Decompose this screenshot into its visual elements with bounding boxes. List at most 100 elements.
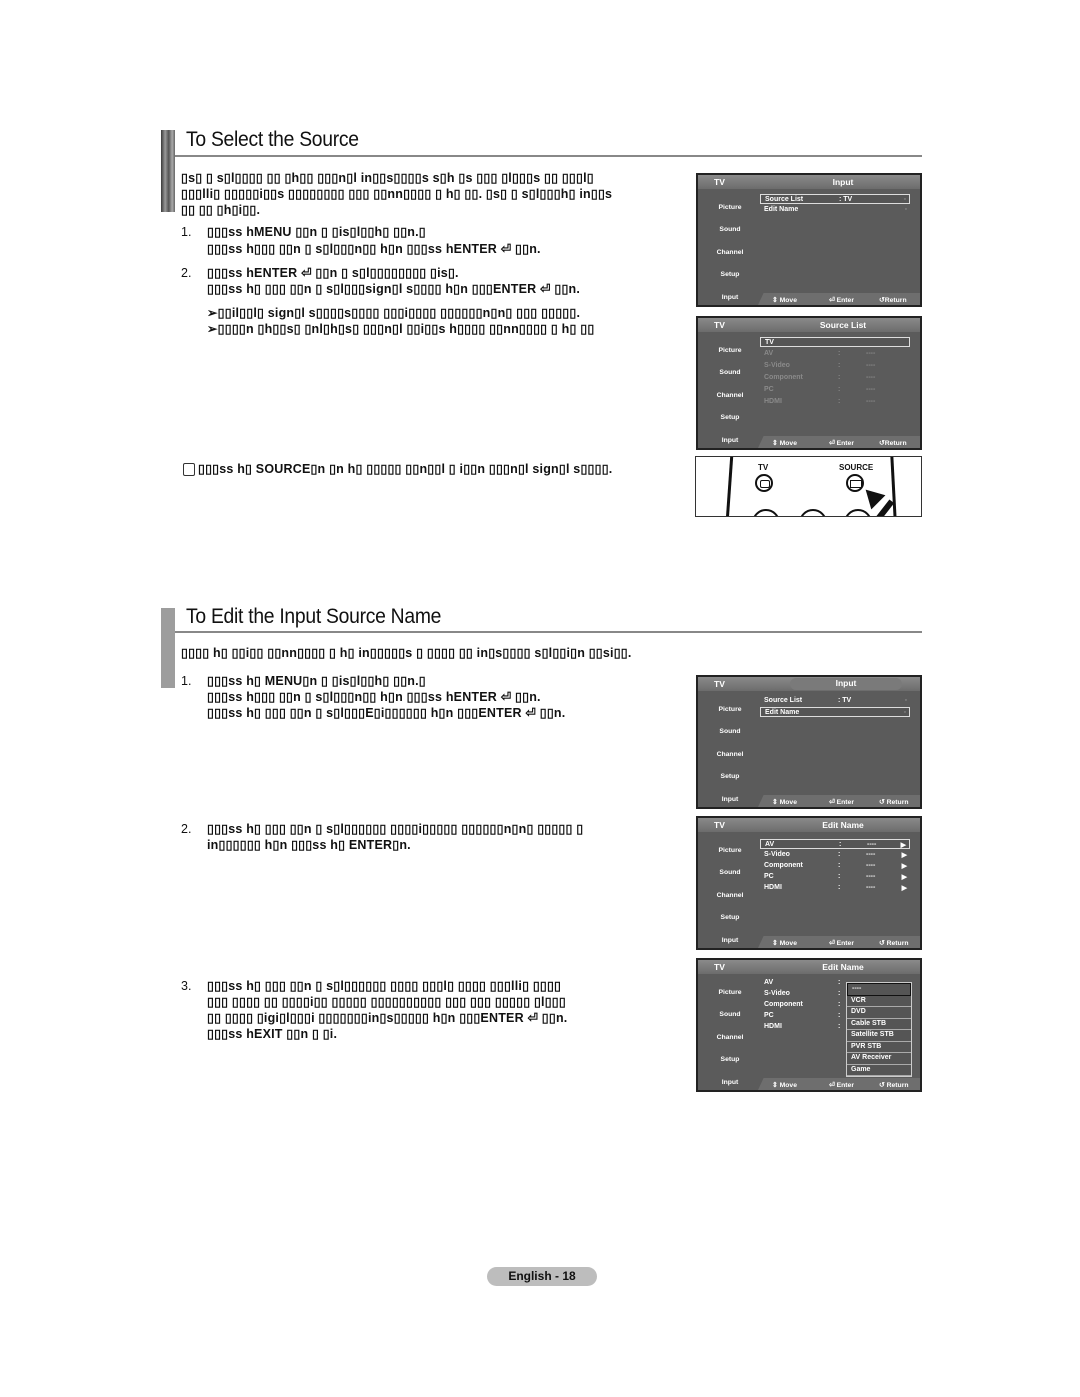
row-colon: : [838,1023,841,1030]
row-value: ---- [866,851,876,858]
osd-row-component: Component: ---- ▶ [760,861,910,871]
row-colon: : [838,862,841,869]
osd-tv-label: TV [714,962,725,972]
osd-title: Source List [819,320,867,330]
row-label: Source List [764,697,803,704]
remote-button [799,509,827,516]
row-value: : TV [839,196,853,203]
osd-side-channel: Channel [716,751,744,758]
row-colon: : [838,851,841,858]
osd-side-input: Input [721,437,739,444]
osd-title: Edit Name [822,820,864,830]
step-text: ▯▯▯ss hENTER ⏎ ▯▯n ▯ s▯l▯▯▯▯▯▯▯▯ ▯is▯. [207,266,459,280]
page-number-badge: English - 18 [487,1267,597,1286]
row-label: AV [764,979,774,986]
row-colon: : [838,374,841,381]
step-number: 1. [181,674,192,688]
remote-button [844,509,872,516]
dropdown-item-satellite-stb: Satellite STB [847,1030,911,1042]
arrow-right-icon: ▶ [901,885,907,892]
osd-side-sound: Sound [719,1011,741,1018]
dropdown-item-av-receiver: AV Receiver [847,1053,911,1065]
row-value: ---- [866,862,876,869]
osd-tv-label: TV [714,177,725,187]
osd-tv-label: TV [714,820,725,830]
row-label: PC [764,1012,774,1019]
row-value: ---- [866,362,876,369]
move-label: Move [779,799,797,806]
step-number: 2. [181,266,192,280]
row-label: S-Video [764,990,790,997]
arrow-right-icon: ▶ [900,842,906,849]
osd-return-hint: ↺Return [879,440,907,447]
source-icon [850,480,862,488]
row-colon: : [838,362,841,369]
row-value: ---- [866,374,876,381]
osd-side-sound: Sound [719,369,741,376]
remote-tv-label: TV [758,463,769,472]
osd-side-channel: Channel [716,892,744,899]
osd-row-source-list: Source List : TV ▫ [760,696,910,706]
row-colon: : [838,1001,841,1008]
osd-row-source-list: Source List : TV ▫ [760,194,910,204]
row-colon: : [838,1012,841,1019]
osd-title: Edit Name [822,962,864,972]
osd-side-picture: Picture [718,706,742,713]
osd-row-edit-name: Edit Name ▫ [760,707,910,717]
row-colon: : [838,884,841,891]
dropdown-item-game: Game [847,1065,911,1076]
osd-source-list-menu: TV Source List Picture Sound Channel Set… [696,316,922,450]
return-label: Return [884,297,907,304]
note-line: ➢▯▯▯▯n ▯h▯▯s▯ ▯nl▯h▯s▯ ▯▯▯n▯l ▯▯i▯▯s h▯▯… [207,322,595,336]
osd-side-sound: Sound [719,226,741,233]
osd-side-setup: Setup [720,773,740,780]
osd-row-av: AV: ---- ▶ [760,839,910,849]
row-label: PC [764,386,774,393]
row-label: AV [765,841,775,848]
row-label: Component [764,374,803,381]
row-value: ---- [866,386,876,393]
step-text: ▯▯▯ss h▯▯▯ ▯▯n ▯ s▯l▯▯▯n▯▯ h▯n ▯▯▯ss hEN… [207,242,541,256]
osd-enter-hint: ⏎ Enter [829,940,854,947]
arrow-right-icon: ▶ [901,874,907,881]
submenu-icon: ▫ [904,697,907,704]
intro-line: ▯▯ ▯▯ ▯h▯i▯▯. [181,203,261,217]
row-colon: : [839,841,842,848]
step-text: in▯▯▯▯▯▯ h▯n ▯▯▯ss h▯ ENTER▯n. [207,838,411,852]
step-text: ▯▯▯ss h▯ ▯▯▯ ▯▯n ▯ s▯l▯▯▯▯▯▯ ▯▯▯▯ ▯▯▯l▯ … [207,979,562,993]
osd-row-s-video: S-Video: ---- ▶ [760,850,910,860]
osd-title: Input [832,177,854,187]
step-text: ▯▯▯ ▯▯▯▯ ▯▯ ▯▯▯▯i▯▯ ▯▯▯▯▯ ▯▯▯▯▯▯▯▯▯▯ ▯▯▯… [207,995,566,1009]
tip-text: ▯▯▯ss h▯ SOURCE▯n ▯n h▯ ▯▯▯▯▯ ▯▯n▯▯l ▯ i… [198,462,613,476]
osd-side-picture: Picture [718,204,742,211]
submenu-icon: ▫ [903,709,906,716]
step-text: ▯▯▯ss h▯ ▯▯▯ ▯▯n ▯ s▯l▯▯▯sign▯l s▯▯▯▯ h▯… [207,282,581,296]
osd-edit-name-dropdown: TV Edit Name Picture Sound Channel Setup… [696,958,922,1092]
row-label: S-Video [764,362,790,369]
osd-enter-hint: ⏎ Enter [829,1082,854,1089]
source-button [846,474,864,492]
osd-enter-hint: ⏎ Enter [829,297,854,304]
dropdown-item-cable-stb: Cable STB [847,1019,911,1030]
dropdown-item-dvd: DVD [847,1007,911,1019]
section-divider [175,155,922,157]
row-label: Edit Name [765,709,800,716]
row-label: Component [764,862,803,869]
osd-side-setup: Setup [720,1056,740,1063]
dropdown-item-none: ---- [847,983,911,996]
row-value: ---- [866,350,876,357]
osd-move-hint: ⇕ Move [772,1082,797,1089]
arrow-right-icon: ▶ [901,863,907,870]
section-title-edit-input-name: To Edit the Input Source Name [186,605,442,628]
section-title-select-source: To Select the Source [186,128,359,151]
row-value: : TV [838,697,852,704]
osd-input-menu-edit: TV Input Picture Sound Channel Setup Inp… [696,675,922,809]
osd-enter-hint: ⏎ Enter [829,440,854,447]
osd-row-edit-name: Edit Name ▫ [760,205,910,215]
osd-move-hint: ⇕ Move [772,799,797,806]
row-value: ---- [866,884,876,891]
osd-side-channel: Channel [716,249,744,256]
osd-move-hint: ⇕ Move [772,297,797,304]
submenu-icon: ▫ [904,206,907,213]
step-text: ▯▯▯ss h▯▯▯ ▯▯n ▯ s▯l▯▯▯n▯▯ h▯n ▯▯▯ss hEN… [207,690,541,704]
